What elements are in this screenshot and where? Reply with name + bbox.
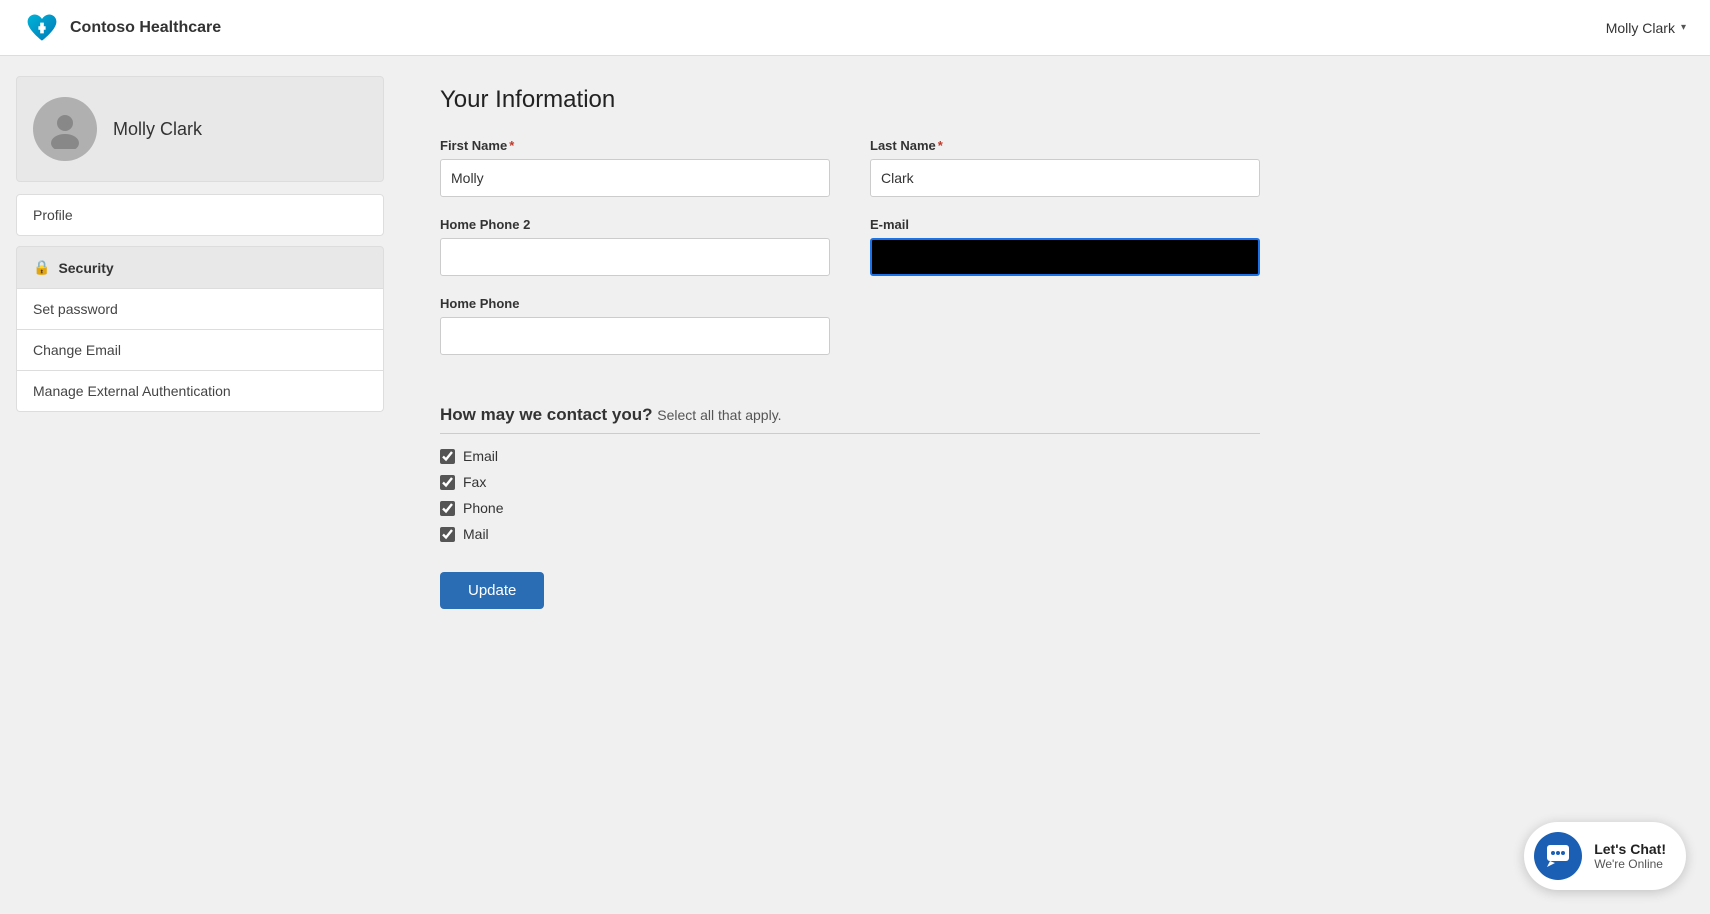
checkbox-phone-input[interactable] (440, 501, 455, 516)
checkbox-phone[interactable]: Phone (440, 500, 1260, 516)
logo-icon (24, 10, 60, 46)
profile-label: Profile (33, 207, 73, 223)
sidebar-user-name: Molly Clark (113, 119, 202, 140)
sidebar-user-card: Molly Clark (16, 76, 384, 182)
chat-subtitle: We're Online (1594, 857, 1666, 871)
person-icon (45, 109, 85, 149)
contact-section: How may we contact you? Select all that … (440, 385, 1260, 542)
contact-section-title: How may we contact you? Select all that … (440, 405, 1260, 434)
header: Contoso Healthcare Molly Clark ▾ (0, 0, 1710, 56)
sidebar-security-section: 🔒 Security Set password Change Email Man… (16, 246, 384, 412)
checkbox-mail[interactable]: Mail (440, 526, 1260, 542)
header-user-name: Molly Clark (1606, 20, 1675, 36)
checkbox-fax-input[interactable] (440, 475, 455, 490)
chat-bubble-icon (1545, 843, 1571, 869)
sidebar-item-change-email[interactable]: Change Email (16, 330, 384, 371)
email-input[interactable] (870, 238, 1260, 276)
sidebar-item-manage-external-auth[interactable]: Manage External Authentication (16, 371, 384, 412)
avatar (33, 97, 97, 161)
user-menu[interactable]: Molly Clark ▾ (1606, 20, 1686, 36)
first-name-group: First Name* (440, 138, 830, 197)
home-phone2-label: Home Phone 2 (440, 217, 830, 232)
email-group: E-mail (870, 217, 1260, 276)
security-label: Security (58, 260, 113, 276)
lock-icon: 🔒 (33, 259, 50, 276)
section-title: Your Information (440, 86, 1670, 114)
checkbox-list: Email Fax Phone Mail (440, 448, 1260, 542)
last-name-label: Last Name* (870, 138, 1260, 153)
checkbox-mail-input[interactable] (440, 527, 455, 542)
update-button[interactable]: Update (440, 572, 544, 609)
checkbox-email-input[interactable] (440, 449, 455, 464)
first-name-label: First Name* (440, 138, 830, 153)
sidebar: Molly Clark Profile 🔒 Security Set passw… (0, 56, 400, 914)
sidebar-item-set-password[interactable]: Set password (16, 289, 384, 330)
chat-icon (1534, 832, 1582, 880)
first-name-input[interactable] (440, 159, 830, 197)
email-label: E-mail (870, 217, 1260, 232)
form-grid: First Name* Last Name* Home Phone 2 E-ma… (440, 138, 1260, 355)
checkbox-fax[interactable]: Fax (440, 474, 1260, 490)
logo-container: Contoso Healthcare (24, 10, 221, 46)
home-phone-label: Home Phone (440, 296, 830, 311)
chat-widget[interactable]: Let's Chat! We're Online (1524, 822, 1686, 890)
home-phone2-group: Home Phone 2 (440, 217, 830, 276)
chat-text: Let's Chat! We're Online (1594, 841, 1666, 871)
last-name-group: Last Name* (870, 138, 1260, 197)
home-phone-group: Home Phone (440, 296, 830, 355)
home-phone2-input[interactable] (440, 238, 830, 276)
last-name-input[interactable] (870, 159, 1260, 197)
chevron-down-icon: ▾ (1681, 22, 1686, 33)
sidebar-item-profile[interactable]: Profile (16, 194, 384, 236)
chat-title: Let's Chat! (1594, 841, 1666, 857)
checkbox-email[interactable]: Email (440, 448, 1260, 464)
home-phone-input[interactable] (440, 317, 830, 355)
app-title: Contoso Healthcare (70, 19, 221, 37)
main-layout: Molly Clark Profile 🔒 Security Set passw… (0, 56, 1710, 914)
main-content: Your Information First Name* Last Name* … (400, 56, 1710, 914)
sidebar-security-header: 🔒 Security (16, 246, 384, 289)
update-btn-container: Update (440, 572, 1260, 609)
